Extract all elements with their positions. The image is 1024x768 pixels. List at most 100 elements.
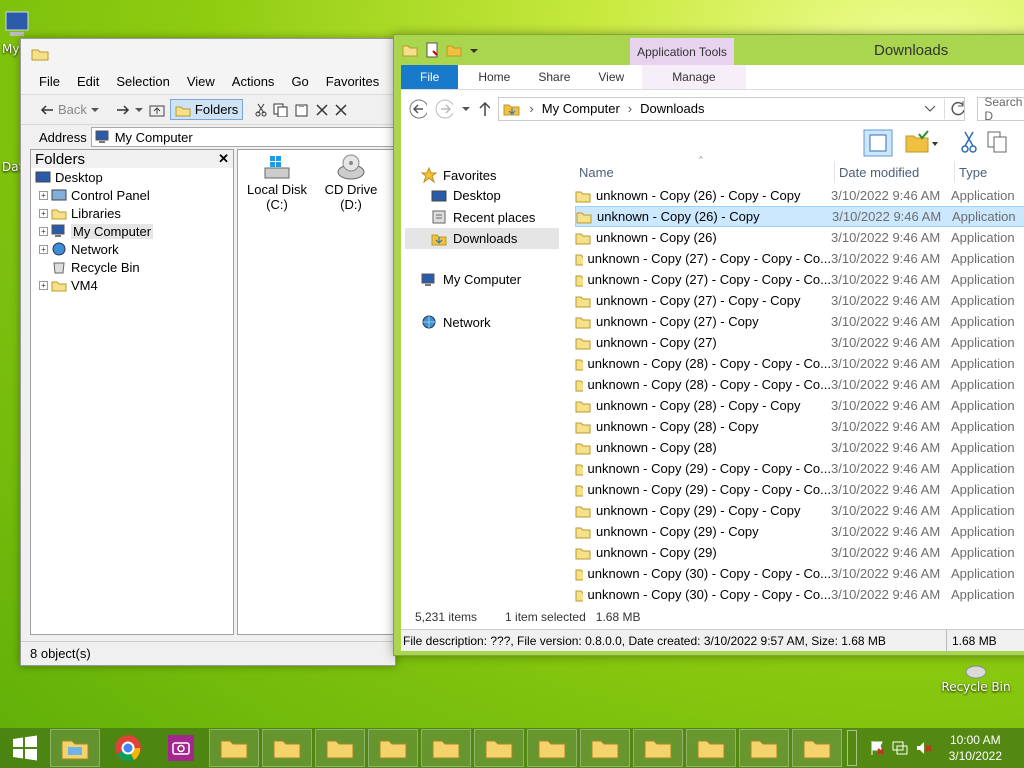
breadcrumb-my-computer[interactable]: My Computer bbox=[542, 101, 620, 116]
tab-home[interactable]: Home bbox=[464, 70, 524, 84]
table-row[interactable]: unknown - Copy (28) - Copy 3/10/2022 9:46… bbox=[575, 416, 1024, 437]
chevron-down-icon[interactable] bbox=[468, 42, 480, 58]
chevron-down-icon[interactable] bbox=[461, 104, 470, 114]
paste-icon[interactable] bbox=[294, 103, 310, 117]
folder-icon[interactable] bbox=[402, 42, 418, 58]
taskbar-chrome[interactable] bbox=[103, 729, 153, 767]
cut-icon[interactable] bbox=[959, 131, 979, 155]
nav-favorites[interactable]: Favorites bbox=[421, 167, 496, 183]
taskbar-folder-12[interactable] bbox=[792, 729, 842, 767]
taskbar-scroll-handle[interactable] bbox=[847, 730, 857, 766]
tree-item-network[interactable]: + Network bbox=[31, 240, 233, 258]
taskbar-folder-9[interactable] bbox=[633, 729, 683, 767]
copy-icon[interactable] bbox=[987, 131, 1009, 155]
cut-icon[interactable] bbox=[254, 103, 268, 117]
table-row[interactable]: unknown - Copy (27) - Copy - Copy - Co..… bbox=[575, 269, 1024, 290]
taskbar-folder-4[interactable] bbox=[368, 729, 418, 767]
menu-selection[interactable]: Selection bbox=[116, 74, 169, 89]
chevron-down-icon[interactable] bbox=[924, 104, 936, 114]
taskbar-file-explorer[interactable] bbox=[50, 729, 100, 767]
nav-downloads[interactable]: Downloads bbox=[405, 228, 559, 249]
taskbar-folder-11[interactable] bbox=[739, 729, 789, 767]
properties-icon[interactable] bbox=[424, 42, 440, 58]
tab-share[interactable]: Share bbox=[524, 70, 584, 84]
refresh-icon[interactable] bbox=[944, 98, 965, 119]
clock[interactable]: 10:00 AM 3/10/2022 bbox=[949, 732, 1002, 764]
expand-icon[interactable]: + bbox=[39, 208, 48, 218]
taskbar-camera-app[interactable] bbox=[156, 729, 206, 767]
taskbar-folder-6[interactable] bbox=[474, 729, 524, 767]
taskbar-folder-10[interactable] bbox=[686, 729, 736, 767]
table-row[interactable]: unknown - Copy (27) - Copy - Copy 3/10/20… bbox=[575, 290, 1024, 311]
table-row[interactable]: unknown - Copy (26) 3/10/2022 9:46 AM Appl… bbox=[575, 227, 1024, 248]
address-bar[interactable]: › My Computer › Downloads bbox=[498, 96, 966, 121]
tab-file[interactable]: File bbox=[401, 65, 459, 89]
network-status-icon[interactable] bbox=[891, 740, 909, 756]
tree-item-libraries[interactable]: + Libraries bbox=[31, 204, 233, 222]
table-row[interactable]: unknown - Copy (27) - Copy - Copy - Co..… bbox=[575, 248, 1024, 269]
column-header-date[interactable]: Date modified bbox=[839, 161, 955, 183]
drive-cd[interactable]: CD Drive (D:) bbox=[316, 154, 386, 212]
drive-local-disk[interactable]: Local Disk (C:) bbox=[242, 154, 312, 212]
column-header-type[interactable]: Type bbox=[959, 161, 1024, 183]
taskbar-folder-2[interactable] bbox=[262, 729, 312, 767]
table-row[interactable]: unknown - Copy (28) 3/10/2022 9:46 AM Appl… bbox=[575, 437, 1024, 458]
close-icon[interactable]: ✕ bbox=[218, 151, 229, 167]
table-row[interactable]: unknown - Copy (26) - Copy - Copy 3/10/20… bbox=[575, 185, 1024, 206]
back-arrow-icon[interactable] bbox=[409, 99, 427, 119]
up-arrow-icon[interactable] bbox=[478, 101, 491, 117]
table-row[interactable]: unknown - Copy (30) - Copy - Copy - Co..… bbox=[575, 584, 1024, 605]
table-row[interactable]: unknown - Copy (29) - Copy 3/10/2022 9:46… bbox=[575, 521, 1024, 542]
column-header-name[interactable]: Name ^ bbox=[579, 155, 835, 183]
menu-view[interactable]: View bbox=[187, 74, 215, 89]
table-row[interactable]: unknown - Copy (29) 3/10/2022 9:46 AM Appl… bbox=[575, 542, 1024, 563]
tree-item-control-panel[interactable]: + Control Panel bbox=[31, 186, 233, 204]
expand-icon[interactable]: + bbox=[39, 244, 48, 254]
forward-button[interactable] bbox=[115, 104, 144, 116]
menu-file[interactable]: File bbox=[39, 74, 60, 89]
desktop-icon-data[interactable]: Dat bbox=[0, 120, 23, 174]
table-row[interactable]: unknown - Copy (27) 3/10/2022 9:46 AM Appl… bbox=[575, 332, 1024, 353]
nav-network[interactable]: Network bbox=[421, 314, 491, 330]
tab-view[interactable]: View bbox=[584, 70, 638, 84]
delete-icon[interactable] bbox=[315, 103, 329, 117]
up-folder-icon[interactable] bbox=[149, 103, 165, 117]
desktop-icon-recycle-bin[interactable]: Recycle Bin bbox=[940, 660, 1012, 694]
search-input[interactable]: Search D bbox=[977, 95, 1024, 123]
tree-item-vm4[interactable]: + VM4 bbox=[31, 276, 233, 294]
nav-my-computer[interactable]: My Computer bbox=[421, 272, 521, 287]
table-row[interactable]: unknown - Copy (29) - Copy - Copy - Co..… bbox=[575, 458, 1024, 479]
preview-pane-icon[interactable] bbox=[863, 129, 893, 157]
table-row[interactable]: unknown - Copy (28) - Copy - Copy 3/10/20… bbox=[575, 395, 1024, 416]
back-button[interactable]: Back bbox=[39, 102, 100, 117]
tree-item-recycle-bin[interactable]: Recycle Bin bbox=[31, 258, 233, 276]
table-row[interactable]: unknown - Copy (29) - Copy - Copy - Co..… bbox=[575, 479, 1024, 500]
menu-actions[interactable]: Actions bbox=[232, 74, 275, 89]
expand-icon[interactable]: + bbox=[39, 190, 48, 200]
action-center-flag-icon[interactable] bbox=[869, 740, 885, 756]
copy-icon[interactable] bbox=[273, 103, 289, 117]
tree-item-desktop[interactable]: Desktop bbox=[31, 168, 233, 186]
tab-manage[interactable]: Manage bbox=[642, 65, 746, 89]
table-row[interactable]: unknown - Copy (28) - Copy - Copy - Co..… bbox=[575, 374, 1024, 395]
nav-desktop[interactable]: Desktop bbox=[431, 188, 501, 203]
forward-arrow-icon[interactable] bbox=[435, 99, 453, 119]
nav-recent-places[interactable]: Recent places bbox=[431, 209, 535, 225]
select-folder-icon[interactable] bbox=[905, 130, 939, 156]
taskbar-folder-3[interactable] bbox=[315, 729, 365, 767]
menu-favorites[interactable]: Favorites bbox=[326, 74, 379, 89]
taskbar-folder-7[interactable] bbox=[527, 729, 577, 767]
classic-titlebar[interactable] bbox=[21, 39, 395, 69]
tree-item-my-computer[interactable]: + My Computer bbox=[31, 222, 233, 240]
close-icon[interactable] bbox=[334, 103, 348, 117]
table-row[interactable]: unknown - Copy (30) - Copy - Copy - Co..… bbox=[575, 563, 1024, 584]
table-row[interactable]: unknown - Copy (28) - Copy - Copy - Co..… bbox=[575, 353, 1024, 374]
taskbar-folder-8[interactable] bbox=[580, 729, 630, 767]
expand-icon[interactable]: + bbox=[39, 226, 48, 236]
new-folder-icon[interactable] bbox=[446, 42, 462, 58]
table-row[interactable]: unknown - Copy (29) - Copy - Copy 3/10/20… bbox=[575, 500, 1024, 521]
breadcrumb-downloads[interactable]: Downloads bbox=[640, 101, 704, 116]
menu-go[interactable]: Go bbox=[291, 74, 308, 89]
address-field[interactable]: My Computer bbox=[90, 127, 395, 147]
taskbar-folder-5[interactable] bbox=[421, 729, 471, 767]
